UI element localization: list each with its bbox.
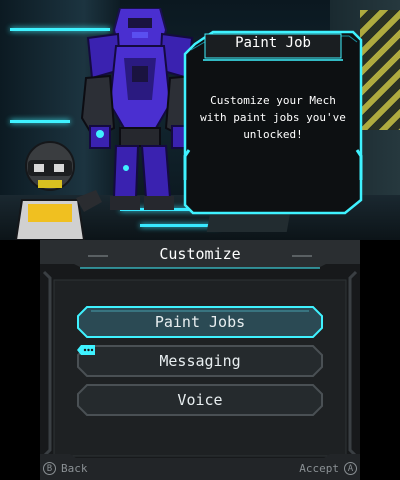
hazard-stripes — [360, 10, 400, 130]
messaging-button[interactable]: Messaging — [77, 345, 323, 377]
voice-button[interactable]: Voice — [77, 384, 323, 416]
accept-button[interactable]: Accept A — [299, 459, 357, 477]
menu-title: Customize — [159, 245, 241, 263]
paint-jobs-button[interactable]: Paint Jobs — [77, 306, 323, 338]
back-button[interactable]: B Back — [43, 459, 88, 477]
b-key-icon: B — [43, 461, 56, 475]
top-screen: Paint Job Customize your Mech with paint… — [0, 0, 400, 240]
accept-label: Accept — [299, 461, 339, 475]
wall-light — [10, 120, 70, 123]
messaging-label: Messaging — [159, 352, 241, 370]
pilot-character — [14, 141, 102, 240]
bottom-screen: Customize Paint Jobs Messaging Voice B B… — [40, 240, 360, 480]
paint-jobs-label: Paint Jobs — [154, 313, 246, 331]
dialog-box: Paint Job Customize your Mech with paint… — [183, 30, 363, 215]
dialog-message: Customize your Mech with paint jobs you'… — [200, 94, 346, 141]
back-label: Back — [61, 461, 88, 475]
a-key-icon: A — [344, 461, 357, 475]
voice-label: Voice — [177, 391, 223, 409]
dialog-title: Paint Job — [235, 35, 311, 51]
